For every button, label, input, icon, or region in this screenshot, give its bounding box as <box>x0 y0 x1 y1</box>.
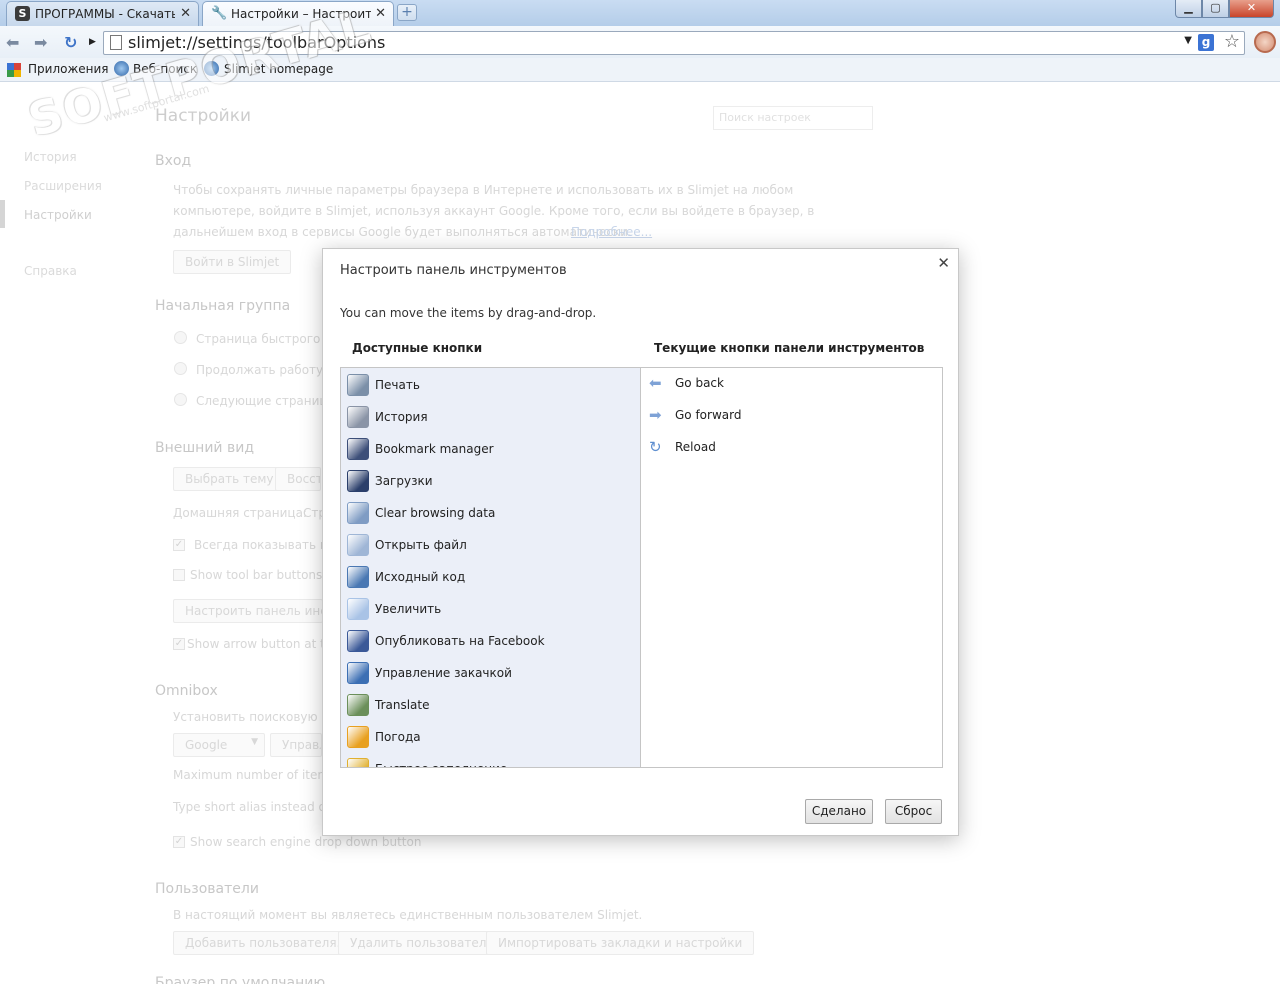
new-tab-button[interactable]: + <box>397 4 417 21</box>
arrow-right-icon: ➡ <box>649 406 662 424</box>
close-icon[interactable]: ✕ <box>937 254 950 272</box>
dialog-hint: You can move the items by drag-and-drop. <box>340 306 597 320</box>
list-item-label: Печать <box>375 378 420 392</box>
list-item-label: Погода <box>375 730 421 744</box>
current-buttons-header: Текущие кнопки панели инструментов <box>654 341 925 355</box>
folder-icon <box>347 534 369 556</box>
title-bar: S ПРОГРАММЫ - Скачать бесплатные програм… <box>0 0 1280 26</box>
list-item[interactable]: ➡ Go forward <box>641 400 942 432</box>
zoom-icon <box>347 598 369 620</box>
star-icon[interactable]: ☆ <box>1224 31 1240 52</box>
reload-icon[interactable]: ↻ <box>64 33 77 52</box>
list-item[interactable]: История <box>341 401 641 433</box>
close-window-button[interactable]: ✕ <box>1229 0 1274 18</box>
current-buttons-list[interactable]: ⬅ Go back ➡ Go forward ↻ Reload <box>640 367 943 768</box>
softportal-favicon: S <box>15 6 30 21</box>
reload-icon: ↻ <box>649 438 662 456</box>
list-item[interactable]: Управление закачкой <box>341 657 641 689</box>
available-buttons-header: Доступные кнопки <box>352 341 483 355</box>
download-manager-icon <box>347 662 369 684</box>
list-item-label: Быстрое заполнение <box>375 762 507 767</box>
list-item[interactable]: ⬅ Go back <box>641 368 942 400</box>
list-item[interactable]: Bookmark manager <box>341 433 641 465</box>
html-icon <box>347 566 369 588</box>
list-item-label: Translate <box>375 698 430 712</box>
maximize-button[interactable]: ▢ <box>1202 0 1229 18</box>
bookmark-manager-icon <box>347 438 369 460</box>
window-controls: ▁ ▢ ✕ <box>1175 0 1274 18</box>
list-item[interactable]: Погода <box>341 721 641 753</box>
autofill-icon <box>347 758 369 767</box>
list-item-label: Bookmark manager <box>375 442 494 456</box>
list-item-label: Открыть файл <box>375 538 467 552</box>
apps-icon <box>7 63 21 77</box>
customize-toolbar-dialog: Настроить панель инструментов ✕ You can … <box>322 248 959 836</box>
list-item-label: Go forward <box>675 408 742 422</box>
chevron-down-icon[interactable]: ▼ <box>1184 35 1192 46</box>
forward-arrow-icon[interactable]: ➡ <box>34 33 47 52</box>
list-item-label: Управление закачкой <box>375 666 512 680</box>
list-item-label: Reload <box>675 440 716 454</box>
slimjet-menu-icon[interactable] <box>1254 31 1276 53</box>
list-item-label: Увеличить <box>375 602 442 616</box>
list-item[interactable]: Translate <box>341 689 641 721</box>
weather-icon <box>347 726 369 748</box>
history-dropdown-icon[interactable]: ▶ <box>89 37 96 47</box>
list-item[interactable]: Загрузки <box>341 465 641 497</box>
done-button[interactable]: Сделано <box>805 799 873 824</box>
arrow-left-icon: ⬅ <box>649 374 662 392</box>
close-tab-icon[interactable]: ✕ <box>180 2 191 26</box>
list-item-label: Исходный код <box>375 570 466 584</box>
list-item-label: Go back <box>675 376 724 390</box>
list-item[interactable]: Clear browsing data <box>341 497 641 529</box>
list-item[interactable]: Опубликовать на Facebook <box>341 625 641 657</box>
translate-icon <box>347 694 369 716</box>
close-tab-icon[interactable]: ✕ <box>375 2 386 26</box>
list-item[interactable]: Быстрое заполнение <box>341 753 641 767</box>
facebook-icon <box>347 630 369 652</box>
printer-icon <box>347 374 369 396</box>
list-item-label: Загрузки <box>375 474 433 488</box>
list-item-label: Опубликовать на Facebook <box>375 634 545 648</box>
minimize-button[interactable]: ▁ <box>1175 0 1202 18</box>
tab-programs[interactable]: S ПРОГРАММЫ - Скачать бесплатные програм… <box>6 1 199 26</box>
list-item[interactable]: ↻ Reload <box>641 432 942 464</box>
list-item-label: Clear browsing data <box>375 506 496 520</box>
reset-button[interactable]: Сброс <box>885 799 942 824</box>
list-item-label: История <box>375 410 428 424</box>
list-item[interactable]: Исходный код <box>341 561 641 593</box>
clock-icon <box>347 406 369 428</box>
list-item[interactable]: Открыть файл <box>341 529 641 561</box>
available-buttons-list[interactable]: Быстрое заполнение Погода Translate Управле… <box>340 367 642 768</box>
dialog-title: Настроить панель инструментов <box>340 263 567 278</box>
back-arrow-icon[interactable]: ⬅ <box>6 33 19 52</box>
download-icon <box>347 470 369 492</box>
tab-title: ПРОГРАММЫ - Скачать бесплатные программы <box>35 7 175 21</box>
list-item[interactable]: Печать <box>341 369 641 401</box>
list-item[interactable]: Увеличить <box>341 593 641 625</box>
google-search-icon[interactable]: g <box>1198 34 1214 51</box>
trash-icon <box>347 502 369 524</box>
